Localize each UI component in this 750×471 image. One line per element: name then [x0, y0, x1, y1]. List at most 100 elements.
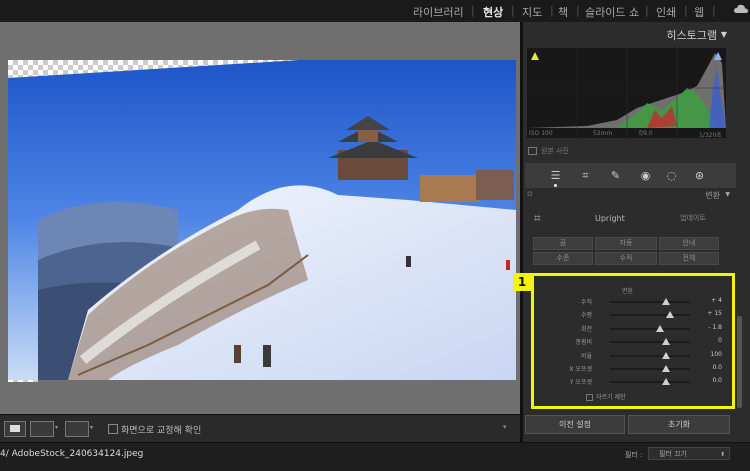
- slider-value[interactable]: 0: [718, 337, 722, 344]
- show-grid-checkbox[interactable]: [108, 424, 118, 434]
- nav-separator: |: [645, 4, 649, 17]
- slider-label: 비율: [580, 352, 592, 360]
- slider-track[interactable]: [610, 298, 690, 305]
- upright-vertical-button[interactable]: 수직: [595, 252, 657, 265]
- slider-thumb[interactable]: [662, 351, 670, 359]
- panel-switch-icon[interactable]: ⊙: [527, 190, 533, 198]
- module-slideshow[interactable]: 슬라이드 쇼: [585, 4, 639, 20]
- photo-preview[interactable]: [8, 60, 516, 380]
- callout-badge: 1: [513, 273, 531, 291]
- slider-value[interactable]: 0.0: [712, 377, 722, 384]
- slider-value[interactable]: 0.0: [712, 364, 722, 371]
- nav-separator: |: [576, 4, 580, 17]
- redeye-icon[interactable]: ◉: [639, 169, 652, 182]
- settings-circle-icon[interactable]: ⊛: [693, 169, 706, 182]
- module-map[interactable]: 지도: [522, 4, 542, 20]
- panel-scrollbar[interactable]: [737, 316, 742, 408]
- slider-value[interactable]: + 15: [707, 310, 722, 317]
- slider-track[interactable]: [610, 365, 690, 372]
- previous-settings-button[interactable]: 이전 설정: [525, 415, 625, 434]
- iso-value: ISO 100: [529, 130, 553, 137]
- guided-upright-icon[interactable]: ⌗: [534, 211, 541, 226]
- collapse-triangle-icon[interactable]: ▼: [721, 30, 727, 39]
- module-library[interactable]: 라이브러리: [413, 4, 464, 20]
- module-print[interactable]: 인쇄: [656, 4, 676, 20]
- original-photo-label: 원본 사진: [541, 147, 569, 155]
- nav-separator: |: [550, 4, 554, 17]
- exif-info: ISO 100 52mm f/9.0 1/320초: [527, 130, 726, 140]
- transform-slider-row: 수직 + 4: [534, 296, 732, 308]
- before-after-view-button[interactable]: [30, 421, 54, 437]
- chevron-down-icon[interactable]: ▾: [55, 424, 58, 431]
- slider-label: 수직: [580, 299, 592, 306]
- original-photo-toggle[interactable]: 원본 사진: [528, 146, 628, 156]
- filename-label: 4/ AdobeStock_240634124.jpeg: [0, 449, 144, 459]
- upright-full-button[interactable]: 전체: [659, 252, 719, 265]
- slider-track[interactable]: [610, 311, 690, 319]
- nav-separator: |: [511, 4, 515, 17]
- crop-icon[interactable]: ⌗: [579, 169, 592, 182]
- transform-slider-row: Y 오프셋 0.0: [534, 376, 732, 388]
- before-after-split-button[interactable]: [65, 421, 89, 437]
- slider-thumb[interactable]: [662, 378, 670, 386]
- histogram-header[interactable]: 히스토그램 ▼: [523, 26, 743, 42]
- slider-track[interactable]: [610, 324, 690, 332]
- upright-update-button[interactable]: 업데이트: [680, 213, 706, 223]
- upright-row: ⌗ Upright 업데이트: [525, 208, 736, 230]
- aperture-value: f/9.0: [639, 130, 653, 137]
- upright-auto-button[interactable]: 자동: [595, 237, 657, 250]
- upright-guided-button[interactable]: 안내: [659, 237, 719, 250]
- filter-value: 필터 끄기: [659, 450, 687, 458]
- slider-label: 수평: [580, 312, 592, 320]
- slider-label: Y 오프셋: [569, 379, 592, 387]
- transform-panel-header[interactable]: ⊙ 변환 ▼: [525, 188, 736, 202]
- upright-label: Upright: [595, 214, 625, 223]
- upright-level-button[interactable]: 수준: [533, 252, 593, 265]
- shutter-speed: 1/320초: [699, 132, 722, 139]
- slider-thumb[interactable]: [666, 311, 674, 319]
- slider-track[interactable]: [610, 351, 690, 359]
- sliders-icon[interactable]: ☰: [549, 169, 562, 182]
- constrain-crop-checkbox[interactable]: [586, 394, 593, 401]
- loupe-view-button[interactable]: [4, 421, 26, 437]
- slider-thumb[interactable]: [662, 365, 670, 372]
- slider-thumb[interactable]: [662, 298, 670, 305]
- active-tool-indicator: [554, 184, 557, 187]
- transform-sliders-section: 변환 수직 + 4 수평 + 15 회전 - 1.8 종횡비 0 비율 100 X 오프셋 0.0 Y …: [531, 273, 735, 409]
- transform-slider-row: 비율 100: [534, 350, 732, 362]
- original-photo-checkbox[interactable]: [528, 147, 537, 155]
- chevron-down-icon[interactable]: ▾: [90, 424, 93, 431]
- slider-value[interactable]: + 4: [711, 297, 722, 304]
- eraser-icon[interactable]: ✎: [609, 169, 622, 182]
- constrain-crop-toggle[interactable]: 자르기 제한: [586, 392, 626, 401]
- upright-off-button[interactable]: 끔: [533, 237, 593, 250]
- filter-label: 필터 :: [625, 451, 643, 459]
- tool-strip: ☰ ⌗ ✎ ◉ ◌ ⊛: [525, 163, 736, 188]
- slider-label: 회전: [580, 325, 592, 333]
- module-book[interactable]: 책: [558, 4, 568, 20]
- slider-track[interactable]: [610, 338, 690, 346]
- module-web[interactable]: 웹: [694, 4, 704, 20]
- module-develop[interactable]: 현상: [483, 4, 503, 20]
- slider-thumb[interactable]: [655, 324, 664, 332]
- transform-panel-title: 변환: [705, 191, 720, 200]
- mask-circle-icon[interactable]: ◌: [665, 169, 678, 182]
- slider-thumb[interactable]: [662, 338, 670, 346]
- transform-slider-row: 종횡비 0: [534, 336, 732, 348]
- slider-label: 종횡비: [575, 339, 592, 347]
- collapse-triangle-icon[interactable]: ▼: [725, 191, 730, 198]
- transform-slider-row: 수평 + 15: [534, 309, 732, 321]
- nav-separator: |: [471, 4, 475, 17]
- slider-value[interactable]: 100: [711, 351, 722, 358]
- toolbar-menu-icon[interactable]: ▾: [503, 423, 507, 431]
- cloud-icon[interactable]: [734, 4, 748, 14]
- slider-track[interactable]: [610, 378, 690, 386]
- module-navigation: 라이브러리 | 현상 | 지도 | 책 | 슬라이드 쇼 | 인쇄 | 웹 |: [0, 0, 750, 22]
- nav-separator: |: [712, 4, 716, 17]
- histogram-graph: [527, 48, 726, 138]
- reset-button[interactable]: 초기화: [628, 415, 730, 434]
- chevron-down-icon: ⬍: [719, 451, 725, 458]
- filter-dropdown[interactable]: 필터 끄기 ⬍: [648, 447, 730, 460]
- filmstrip-bar: 4/ AdobeStock_240634124.jpeg 필터 : 필터 끄기 …: [0, 442, 750, 471]
- slider-value[interactable]: - 1.8: [708, 324, 722, 331]
